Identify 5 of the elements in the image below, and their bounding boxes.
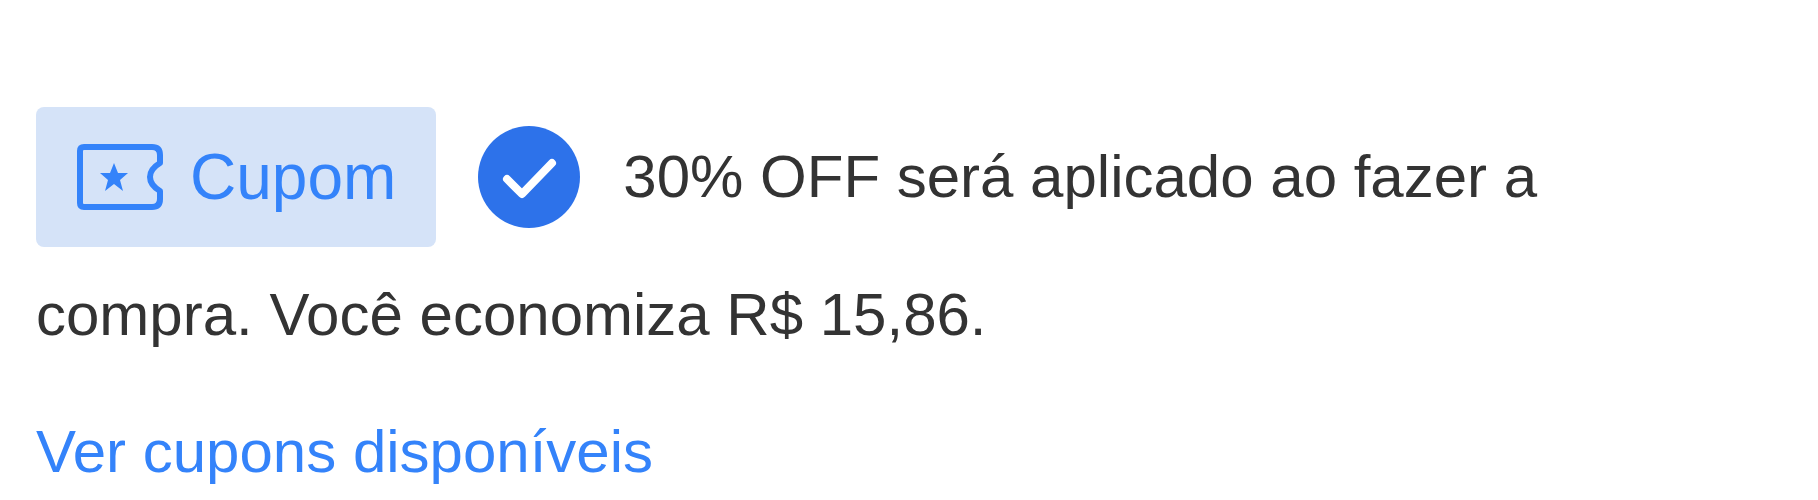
discount-message: compra. Você economiza R$ 15,86.: [36, 280, 987, 350]
ticket-star-icon: [76, 143, 164, 211]
available-coupons-link[interactable]: Ver cupons disponíveis: [36, 412, 654, 492]
discount-message: 30% OFF será aplicado ao fazer a: [623, 142, 1538, 212]
coupon-badge: Cupom: [36, 107, 437, 247]
